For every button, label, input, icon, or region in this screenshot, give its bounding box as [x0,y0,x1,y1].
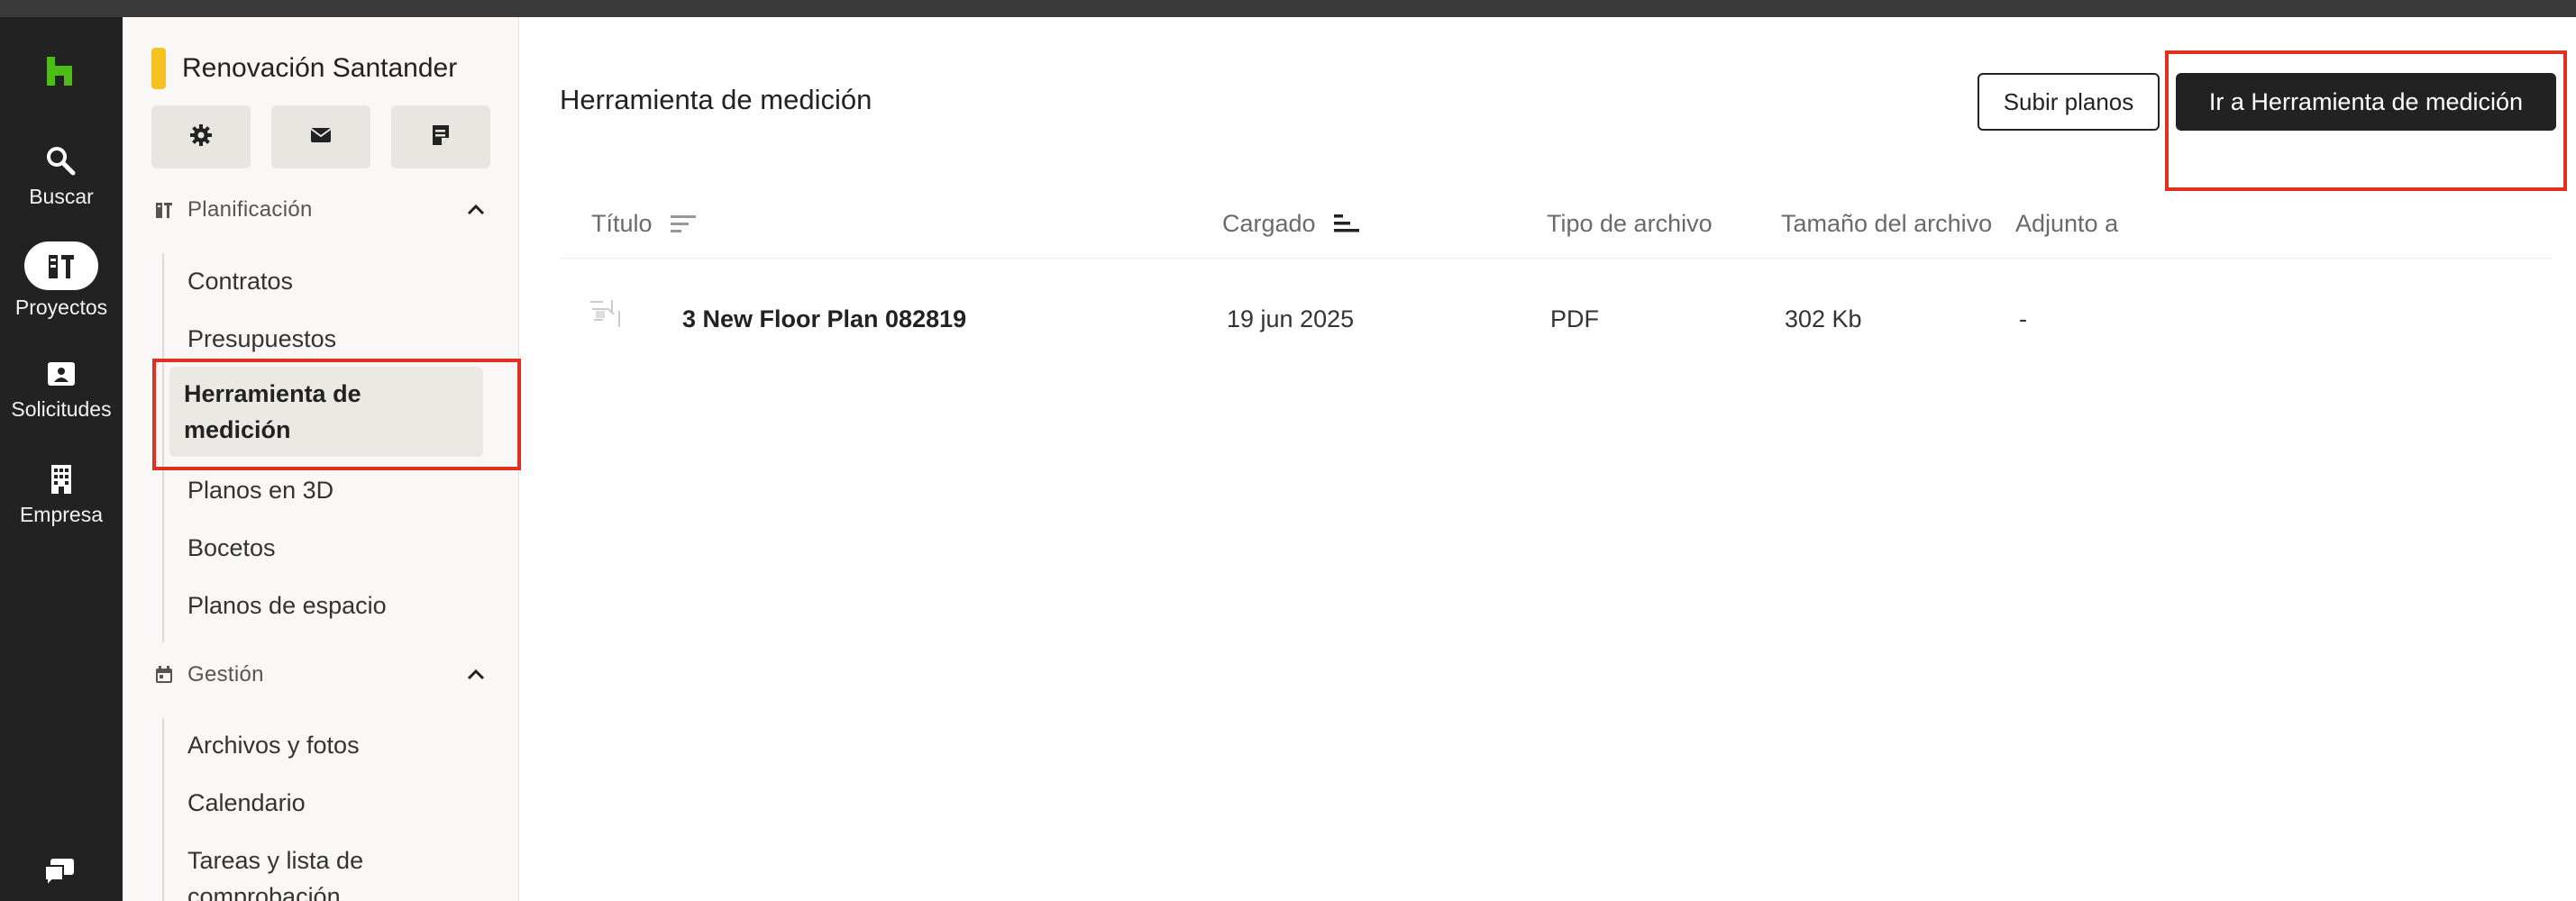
rail-company[interactable]: Empresa [0,461,123,527]
nav-files-photos[interactable]: Archivos y fotos [182,727,489,763]
section-management-header[interactable]: Gestión [153,662,489,687]
mail-icon [307,122,334,153]
rail-search-label: Buscar [29,185,94,208]
column-attached-label: Adjunto a [2015,210,2119,237]
project-color-swatch [151,48,166,89]
column-header-title[interactable]: Título [591,210,699,238]
chat-icon[interactable] [41,853,78,889]
main-content: Herramienta de medición Subir planos Ir … [519,17,2576,901]
column-header-attached-to: Adjunto a [2015,210,2118,238]
chevron-up-icon[interactable] [463,197,489,223]
search-icon [43,143,79,179]
requests-icon [43,356,79,392]
nav-tasks-checklist[interactable]: Tareas y lista de comprobación [182,842,452,901]
column-file-type-label: Tipo de archivo [1547,210,1713,237]
note-icon [427,122,454,153]
chevron-up-icon[interactable] [463,662,489,687]
nav-budgets[interactable]: Presupuestos [182,321,489,357]
project-settings-button[interactable] [151,105,251,168]
row-file-title[interactable]: 3 New Floor Plan 082819 [682,305,966,333]
floor-plan-thumbnail-icon [585,293,628,334]
browser-top-strip [0,0,2576,17]
upload-plans-button[interactable]: Subir planos [1978,73,2160,131]
row-file-type: PDF [1550,305,1599,332]
planning-icon [153,199,175,221]
houzz-logo[interactable] [43,53,76,89]
sort-ascending-icon[interactable] [1332,211,1363,238]
column-title-label: Título [591,210,653,237]
rail-projects-label: Proyectos [14,296,108,319]
calendar-icon [153,664,175,686]
rail-search[interactable]: Buscar [0,143,123,209]
column-file-size-label: Tamaño del archivo [1781,210,1993,237]
column-uploaded-label: Cargado [1222,210,1316,237]
section-planning-header[interactable]: Planificación [153,197,489,223]
section-planning-guide [162,253,164,642]
column-header-file-type: Tipo de archivo [1547,210,1713,238]
section-management-guide [162,718,164,901]
nav-sketches[interactable]: Bocetos [182,530,489,566]
rail-projects[interactable]: Proyectos [0,241,123,320]
go-to-measurement-tool-button[interactable]: Ir a Herramienta de medición [2176,73,2556,131]
row-file-size: 302 Kb [1785,305,1862,332]
section-management-title: Gestión [187,662,264,687]
page-title: Herramienta de medición [560,84,872,115]
project-messages-button[interactable] [271,105,370,168]
nav-calendar[interactable]: Calendario [182,785,489,821]
rail-company-label: Empresa [19,503,104,526]
rail-requests-label: Solicitudes [11,397,112,421]
project-name: Renovación Santander [182,53,458,83]
table-header-divider [560,258,2552,259]
row-uploaded-date: 19 jun 2025 [1227,305,1355,332]
nav-contracts[interactable]: Contratos [182,263,489,299]
table-row[interactable]: 3 New Floor Plan 082819 19 jun 2025 PDF … [560,278,2552,361]
project-sidebar: Renovación Santander Planificación Contr… [123,17,519,901]
nav-3d-plans[interactable]: Planos en 3D [182,472,489,508]
gear-icon [187,122,215,153]
column-header-uploaded[interactable]: Cargado [1222,210,1363,238]
rail-requests[interactable]: Solicitudes [0,356,123,422]
building-icon [43,461,79,497]
project-header[interactable]: Renovación Santander [151,48,457,89]
nav-measurement-tool[interactable]: Herramienta de medición [169,367,483,457]
section-planning-title: Planificación [187,197,313,222]
nav-space-plans[interactable]: Planos de espacio [182,587,489,623]
app-rail: Buscar Proyectos Solicitudes Empresa [0,17,123,901]
column-header-file-size: Tamaño del archivo [1781,210,1992,238]
row-attached-to: - [2019,305,2027,332]
project-notes-button[interactable] [391,105,490,168]
projects-icon [24,241,98,290]
sort-icon[interactable] [669,211,699,238]
